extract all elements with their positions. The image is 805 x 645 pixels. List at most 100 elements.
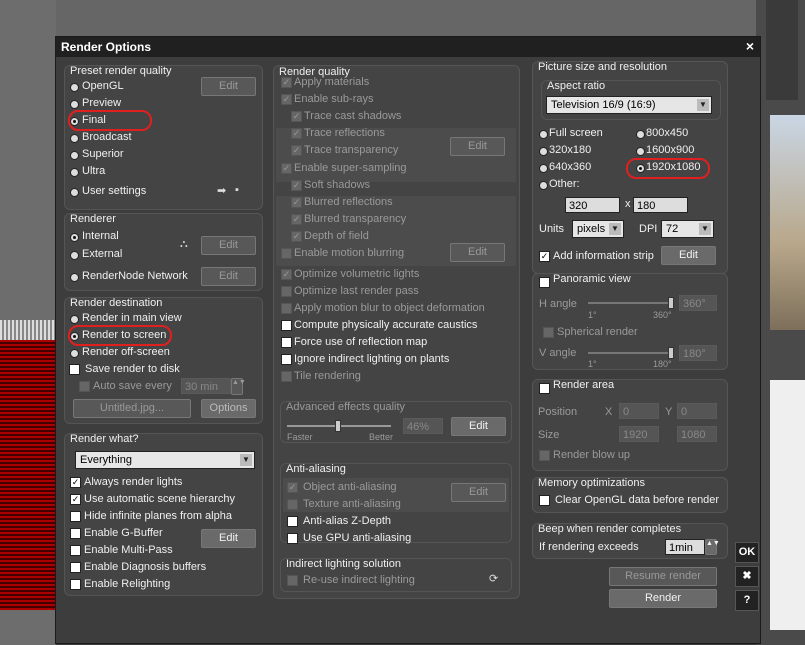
render-what-label[interactable]: Always render lights [84,476,182,488]
quality-label[interactable]: Enable super-sampling [294,162,407,174]
render-what-checkbox[interactable] [70,562,81,573]
quality-checkbox[interactable]: ✓ [291,145,302,156]
quality-checkbox[interactable]: ✓ [291,197,302,208]
info-strip-label[interactable]: Add information strip [553,250,654,262]
radio-preview[interactable] [70,100,79,109]
quality-checkbox[interactable] [281,337,292,348]
quality-slider-knob[interactable] [334,420,341,432]
auto-save-spinner[interactable]: ▲▼ [231,378,246,395]
radio-user-settings[interactable] [70,188,79,197]
quality-label[interactable]: Enable sub-rays [294,93,374,105]
clear-opengl-checkbox[interactable] [539,495,550,506]
panoramic-checkbox[interactable] [539,277,550,288]
quality-label[interactable]: Trace cast shadows [304,110,401,122]
quality-checkbox[interactable]: ✓ [291,128,302,139]
refresh-icon[interactable]: ⟳ [489,572,498,585]
quality-label[interactable]: Blurred reflections [304,196,393,208]
beep-spinner[interactable]: ▲▼ [705,539,720,555]
resume-render-button[interactable]: Resume render [609,567,717,586]
arrow-right-icon[interactable]: ➡ [217,184,226,197]
size-h-field[interactable]: 1080 [677,426,717,442]
render-what-label[interactable]: Enable Relighting [84,578,170,590]
radio-800x450[interactable] [636,130,645,139]
clear-opengl-label[interactable]: Clear OpenGL data before render [555,494,719,506]
radio-320x180[interactable] [539,147,548,156]
zdepth-aa-label[interactable]: Anti-alias Z-Depth [303,515,391,527]
rendernode-edit-button[interactable]: Edit [201,267,256,286]
preset-opengl[interactable]: OpenGL [82,80,124,92]
save-to-disk-checkbox[interactable] [69,364,80,375]
destination-main-view[interactable]: Render in main view [82,312,182,324]
radio-1600x900[interactable] [636,147,645,156]
auto-save-interval[interactable]: 30 min [181,378,231,394]
h-angle-field[interactable]: 360° [679,295,717,311]
quality-label[interactable]: Apply materials [294,76,369,88]
quality-label[interactable]: Soft shadows [304,179,370,191]
quality-checkbox[interactable] [281,248,292,259]
radio-off-screen[interactable] [70,349,79,358]
size-other[interactable]: Other: [549,178,580,190]
quality-checkbox[interactable] [281,303,292,314]
quality-label[interactable]: Force use of reflection map [294,336,427,348]
radio-superior[interactable] [70,151,79,160]
size-1600x900[interactable]: 1600x900 [646,144,694,156]
quality-checkbox[interactable]: ✓ [291,180,302,191]
quality-label[interactable]: Tile rendering [294,370,361,382]
renderer-external[interactable]: External [82,248,122,260]
quality-label[interactable]: Trace transparency [304,144,398,156]
quality-label[interactable]: Trace reflections [304,127,385,139]
zdepth-aa-checkbox[interactable] [287,516,298,527]
auto-save-checkbox[interactable] [79,381,90,392]
gpu-aa-label[interactable]: Use GPU anti-aliasing [303,532,411,544]
v-angle-knob[interactable] [668,347,674,359]
render-what-label[interactable]: Enable Diagnosis buffers [84,561,206,573]
reuse-indirect-checkbox[interactable] [287,575,298,586]
radio-internal[interactable] [70,233,79,242]
supersampling-edit-button[interactable]: Edit [450,243,505,262]
render-what-checkbox[interactable] [70,579,81,590]
radio-640x360[interactable] [539,164,548,173]
preset-user-settings[interactable]: User settings [82,185,146,197]
filename-button[interactable]: Untitled.jpg... [73,399,191,418]
radio-full-screen[interactable] [539,130,548,139]
units-select[interactable]: pixels ▼ [572,220,624,238]
blow-up-checkbox[interactable] [539,450,550,461]
object-aa-label[interactable]: Object anti-aliasing [303,481,397,493]
size-full-screen[interactable]: Full screen [549,127,603,139]
reuse-indirect-label[interactable]: Re-use indirect lighting [303,574,415,586]
quality-label[interactable]: Optimize volumetric lights [294,268,419,280]
render-what-checkbox[interactable] [70,528,81,539]
pos-x-field[interactable]: 0 [619,403,659,419]
h-angle-track[interactable] [588,302,668,304]
cancel-button[interactable]: ✖ [735,566,759,587]
render-what-checkbox[interactable]: ✓ [70,477,81,488]
preset-edit-button[interactable]: Edit [201,77,256,96]
quality-percent[interactable]: 46% [403,418,443,434]
render-area-checkbox[interactable] [539,383,550,394]
quality-checkbox[interactable] [281,320,292,331]
quality-checkbox[interactable] [281,371,292,382]
subrays-edit-button[interactable]: Edit [450,137,505,156]
radio-rendernode[interactable] [70,273,79,282]
beep-field[interactable]: 1min [665,539,705,555]
radio-opengl[interactable] [70,83,79,92]
render-what-checkbox[interactable] [70,511,81,522]
size-320x180[interactable]: 320x180 [549,144,591,156]
render-what-label[interactable]: Enable G-Buffer [84,527,163,539]
dpi-select[interactable]: 72 ▼ [661,220,714,238]
object-aa-checkbox[interactable]: ✓ [287,482,298,493]
size-800x450[interactable]: 800x450 [646,127,688,139]
quality-checkbox[interactable]: ✓ [291,111,302,122]
quality-checkbox[interactable]: ✓ [281,77,292,88]
radio-other[interactable] [539,181,548,190]
render-what-label[interactable]: Enable Multi-Pass [84,544,173,556]
save-to-disk-label[interactable]: Save render to disk [85,363,180,375]
quality-label[interactable]: Apply motion blur to object deformation [294,302,485,314]
quality-label[interactable]: Compute physically accurate caustics [294,319,477,331]
destination-off-screen[interactable]: Render off-screen [82,346,170,358]
preset-broadcast[interactable]: Broadcast [82,131,132,143]
info-strip-edit-button[interactable]: Edit [661,246,716,265]
quality-checkbox[interactable]: ✓ [281,94,292,105]
render-what-label[interactable]: Use automatic scene hierarchy [84,493,235,505]
help-button[interactable]: ? [735,590,759,611]
